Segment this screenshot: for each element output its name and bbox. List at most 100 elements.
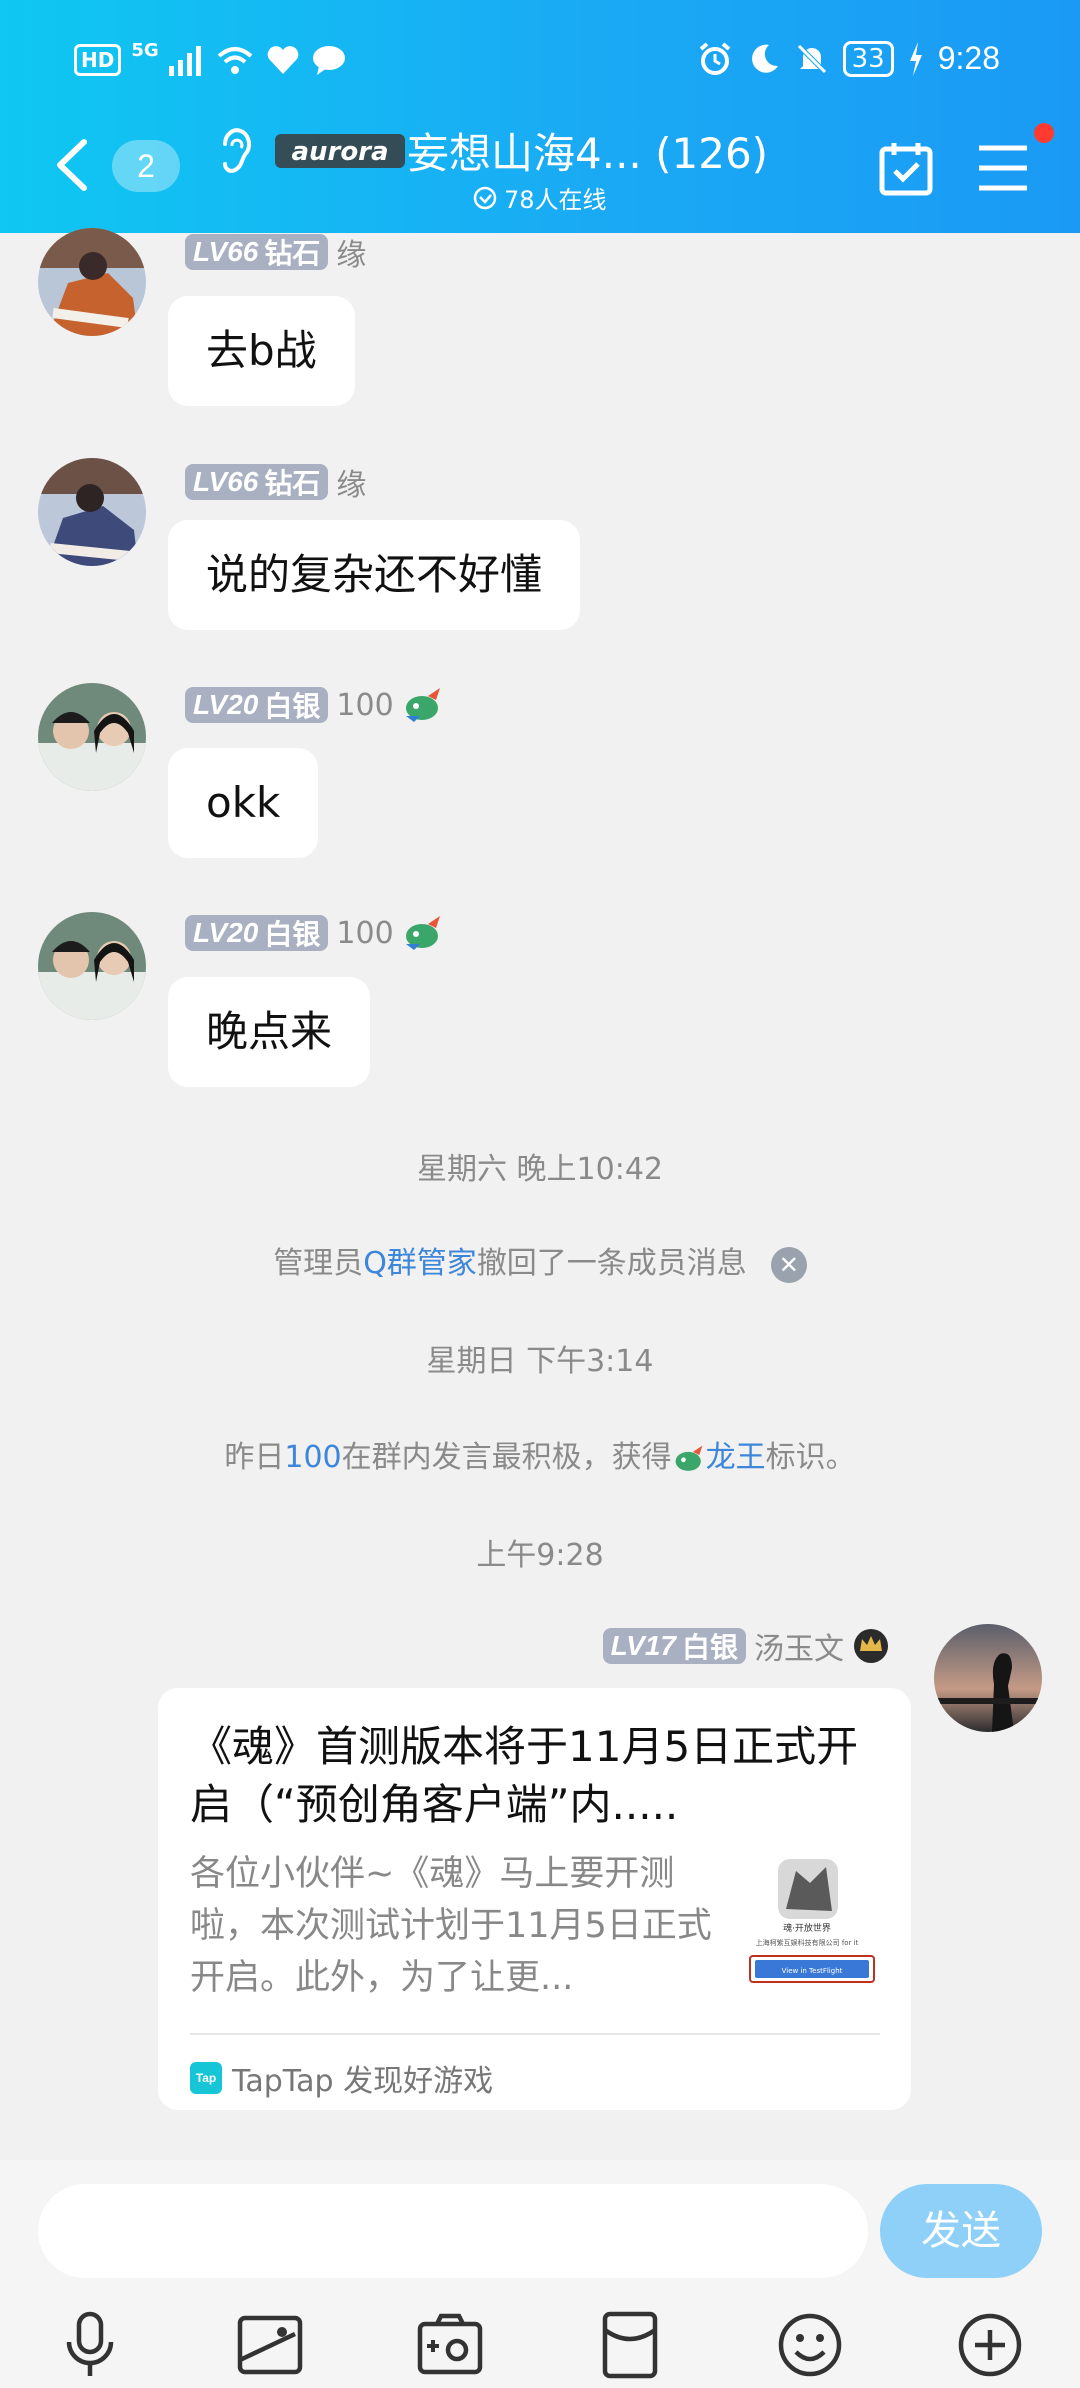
menu-notification-dot bbox=[1034, 123, 1054, 143]
recall-notice: 管理员Q群管家撤回了一条成员消息 ✕ bbox=[0, 1238, 1080, 1283]
health-heart-icon bbox=[267, 46, 298, 74]
menu-icon[interactable] bbox=[975, 140, 1031, 196]
thumb-caption-1: 魂·开放世界 bbox=[783, 1922, 831, 1934]
battery-level: 33 bbox=[842, 40, 894, 77]
card-divider bbox=[190, 2033, 880, 2035]
sender-name[interactable]: 100 bbox=[336, 916, 393, 951]
avatar-image bbox=[38, 912, 146, 1020]
wifi-icon bbox=[217, 47, 252, 74]
ear-icon[interactable] bbox=[215, 124, 257, 176]
level-label: LV17 bbox=[610, 1630, 676, 1661]
message-bubble[interactable]: 晚点来 bbox=[168, 977, 371, 1087]
recall-prefix: 管理员 bbox=[273, 1246, 364, 1281]
sender-meta: LV20 白银 100 bbox=[185, 686, 444, 724]
rank-label: 白银 bbox=[264, 690, 321, 723]
notice-mid: 在群内发言最积极，获得 bbox=[341, 1440, 672, 1475]
rank-label: 白银 bbox=[681, 1631, 738, 1664]
card-thumbnail: 魂·开放世界 上海柯紫互娱科技有限公司 for it View in TestF… bbox=[736, 1853, 878, 1993]
card-title: 《魂》首测版本将于11月5日正式开启（“预创角客户端”内..... bbox=[190, 1722, 859, 1829]
avatar-image bbox=[38, 458, 146, 566]
taptap-logo-icon: Tap bbox=[190, 2062, 222, 2094]
input-toolbar bbox=[0, 2310, 1080, 2380]
thumb-caption-2: 上海柯紫互娱科技有限公司 for it bbox=[756, 1938, 859, 1947]
send-button[interactable]: 发送 bbox=[880, 2184, 1042, 2278]
unread-count-badge[interactable]: 2 bbox=[112, 140, 180, 192]
dragon-king-icon bbox=[405, 916, 440, 950]
sender-name[interactable]: 缘 bbox=[336, 460, 366, 504]
input-area: 发送 bbox=[0, 2160, 1080, 2388]
sender-name[interactable]: 100 bbox=[336, 688, 393, 723]
sender-meta: LV66 钻石 缘 bbox=[185, 460, 366, 504]
level-label: LV66 bbox=[193, 236, 259, 267]
group-title[interactable]: 妄想山海4... (126) bbox=[407, 120, 768, 181]
card-source: Tap TapTap 发现好游戏 bbox=[190, 2056, 493, 2100]
add-more-icon[interactable] bbox=[955, 2310, 1025, 2380]
avatar-image bbox=[38, 683, 146, 791]
status-right: 33 9:28 bbox=[697, 40, 1000, 77]
sender-name[interactable]: 缘 bbox=[336, 230, 366, 274]
signal-icon bbox=[168, 46, 201, 76]
notice-suffix: 标识。 bbox=[765, 1440, 856, 1475]
dragon-king-icon bbox=[675, 1445, 703, 1471]
avatar-image bbox=[934, 1624, 1042, 1732]
network-type: 5G bbox=[131, 39, 159, 61]
microphone-icon[interactable] bbox=[55, 2310, 125, 2380]
online-status[interactable]: 78人在线 bbox=[472, 180, 607, 215]
chat-header: HD 5G 33 9:28 2 aurora 妄想山海4... (126) 78… bbox=[0, 0, 1080, 233]
dragon-king-icon bbox=[405, 688, 440, 722]
thumb-button: View in TestFlight bbox=[782, 1967, 843, 1975]
crown-badge-icon bbox=[854, 1629, 888, 1663]
status-bar: HD 5G 33 9:28 bbox=[0, 0, 1080, 120]
avatar[interactable] bbox=[38, 912, 146, 1020]
online-check-icon bbox=[473, 186, 497, 209]
alarm-icon bbox=[699, 41, 730, 75]
own-sender-meta: LV17 白银 汤玉文 bbox=[602, 1624, 890, 1668]
calendar-check-icon[interactable] bbox=[878, 140, 934, 196]
close-icon[interactable]: ✕ bbox=[770, 1246, 807, 1283]
sender-name[interactable]: 汤玉文 bbox=[754, 1624, 844, 1668]
sender-meta: LV66 钻石 缘 bbox=[185, 230, 366, 274]
avatar[interactable] bbox=[38, 683, 146, 791]
rank-label: 钻石 bbox=[264, 467, 321, 500]
level-label: LV20 bbox=[193, 917, 259, 948]
avatar-image bbox=[38, 228, 146, 336]
own-avatar[interactable] bbox=[934, 1624, 1042, 1732]
level-badge: LV66 钻石 bbox=[185, 234, 329, 270]
mute-bell-icon bbox=[796, 43, 827, 74]
avatar[interactable] bbox=[38, 228, 146, 336]
emoji-icon[interactable] bbox=[775, 2310, 845, 2380]
share-card[interactable]: 《魂》首测版本将于11月5日正式开启（“预创角客户端”内..... 各位小伙伴~… bbox=[158, 1688, 911, 2110]
dragon-title-link[interactable]: 龙王 bbox=[706, 1440, 766, 1475]
admin-link[interactable]: Q群管家 bbox=[363, 1246, 477, 1281]
message-input[interactable] bbox=[38, 2184, 868, 2278]
level-badge: LV17 白银 bbox=[602, 1628, 746, 1664]
user-link[interactable]: 100 bbox=[284, 1440, 341, 1475]
message-bubble[interactable]: 说的复杂还不好懂 bbox=[168, 520, 581, 630]
level-badge: LV20 白银 bbox=[185, 915, 329, 951]
message-bubble[interactable]: 去b战 bbox=[168, 296, 355, 406]
aurora-logo-text: aurora bbox=[291, 137, 388, 167]
camera-icon[interactable] bbox=[415, 2310, 485, 2380]
moon-icon bbox=[751, 44, 778, 73]
level-label: LV66 bbox=[193, 466, 259, 497]
avatar[interactable] bbox=[38, 458, 146, 566]
image-icon[interactable] bbox=[235, 2310, 305, 2380]
sender-meta: LV20 白银 100 bbox=[185, 914, 444, 952]
status-left: HD 5G bbox=[74, 40, 347, 76]
back-arrow-icon[interactable] bbox=[52, 138, 92, 192]
recall-suffix: 撤回了一条成员消息 bbox=[476, 1246, 747, 1281]
card-description: 各位小伙伴~《魂》马上要开测啦，本次测试计划于11月5日正式开启。此外，为了让更… bbox=[190, 1854, 712, 1998]
notice-prefix: 昨日 bbox=[224, 1440, 285, 1475]
online-count: 78人在线 bbox=[504, 186, 607, 214]
rank-label: 白银 bbox=[264, 918, 321, 951]
timestamp: 上午9:28 bbox=[476, 1538, 604, 1573]
aurora-logo: aurora bbox=[275, 134, 405, 168]
dragon-king-notice: 昨日100在群内发言最积极，获得 龙王标识。 bbox=[0, 1432, 1080, 1476]
timestamp: 星期六 晚上10:42 bbox=[417, 1152, 663, 1187]
message-bubble[interactable]: okk bbox=[168, 748, 319, 858]
red-packet-icon[interactable] bbox=[595, 2310, 665, 2380]
chat-bubble-icon bbox=[312, 46, 345, 75]
level-badge: LV66 钻石 bbox=[185, 464, 329, 500]
level-badge: LV20 白银 bbox=[185, 687, 329, 723]
charging-icon bbox=[909, 41, 922, 76]
